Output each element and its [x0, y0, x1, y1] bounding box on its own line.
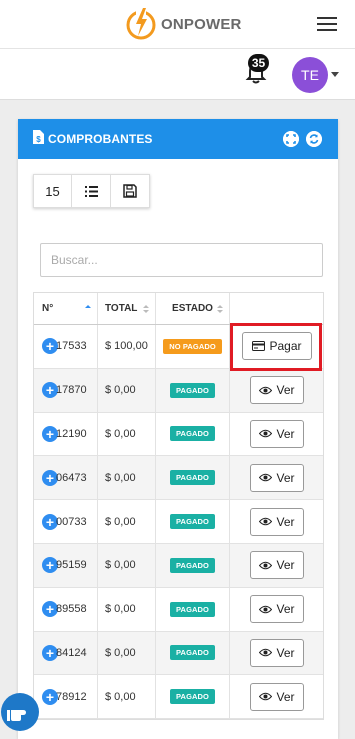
sort-asc-icon	[85, 304, 91, 308]
svg-text:$: $	[36, 135, 41, 144]
table-row: +84124 $ 0,00 PAGADO Ver	[34, 631, 323, 676]
invoice-total: $ 0,00	[98, 456, 156, 500]
document-dollar-icon: $	[33, 130, 44, 144]
view-button[interactable]: Ver	[250, 551, 304, 580]
invoice-total: $ 0,00	[98, 368, 156, 412]
column-header-estado[interactable]: ESTADO	[156, 293, 230, 324]
search-input[interactable]: Buscar...	[40, 243, 323, 277]
chevron-down-icon[interactable]	[331, 72, 339, 77]
card-title: COMPROBANTES	[48, 132, 153, 146]
status-badge: PAGADO	[170, 645, 215, 661]
invoice-number: 17870	[56, 384, 87, 397]
view-button[interactable]: Ver	[250, 507, 304, 536]
status-badge: PAGADO	[170, 382, 215, 398]
table-row: +89558 $ 0,00 PAGADO Ver	[34, 587, 323, 632]
invoice-number: 17533	[56, 340, 87, 353]
invoice-number: 06473	[56, 471, 87, 484]
page-size-select[interactable]: 15	[33, 174, 72, 208]
column-header-total[interactable]: TOTAL	[98, 293, 156, 324]
eye-icon	[259, 561, 273, 570]
top-navbar: ONPOWER	[0, 0, 355, 49]
invoice-number: 84124	[56, 646, 87, 659]
column-header-actions	[230, 293, 324, 324]
comprobantes-card: $ COMPROBANTES 15 Buscar... N° TOTAL EST…	[18, 119, 338, 739]
view-button[interactable]: Ver	[250, 638, 304, 667]
invoice-number: 89558	[56, 603, 87, 616]
invoice-total: $ 0,00	[98, 412, 156, 456]
status-badge: NO PAGADO	[163, 338, 222, 354]
invoice-number: 00733	[56, 515, 87, 528]
pointing-hand-icon	[7, 710, 26, 721]
brand-logo[interactable]: ONPOWER	[124, 6, 242, 42]
status-badge: PAGADO	[170, 601, 215, 617]
hamburger-icon[interactable]	[317, 17, 337, 31]
table-row: +95159 $ 0,00 PAGADO Ver	[34, 543, 323, 588]
table-row: +12190 $ 0,00 PAGADO Ver	[34, 412, 323, 457]
table-row: +06473 $ 0,00 PAGADO Ver	[34, 456, 323, 501]
sort-icon	[143, 304, 149, 313]
invoice-number: 12190	[56, 427, 87, 440]
save-icon[interactable]	[111, 174, 150, 208]
lightning-logo-icon	[126, 8, 156, 40]
list-icon[interactable]	[72, 174, 111, 208]
eye-icon	[259, 517, 273, 526]
status-badge: PAGADO	[170, 426, 215, 442]
eye-icon	[259, 605, 273, 613]
eye-icon	[259, 474, 273, 482]
expand-icon[interactable]	[283, 131, 299, 147]
eye-icon	[259, 649, 273, 657]
invoice-number: 78912	[56, 690, 87, 703]
invoice-number: 95159	[56, 559, 87, 572]
pay-button-highlight	[230, 323, 322, 371]
status-badge: PAGADO	[170, 470, 215, 486]
brand-name: ONPOWER	[161, 15, 242, 33]
help-fab[interactable]	[1, 693, 39, 731]
table-toolbar: 15	[33, 174, 150, 208]
invoice-total: $ 0,00	[98, 675, 156, 719]
status-badge: PAGADO	[170, 557, 215, 573]
eye-icon	[259, 693, 273, 701]
eye-icon	[259, 430, 273, 438]
sort-icon	[217, 304, 223, 313]
invoice-total: $ 0,00	[98, 587, 156, 631]
invoice-total: $ 0,00	[98, 631, 156, 675]
view-button[interactable]: Ver	[250, 595, 304, 624]
table-header-row: N° TOTAL ESTADO	[34, 293, 323, 325]
view-button[interactable]: Ver	[250, 419, 304, 448]
view-button[interactable]: Ver	[250, 376, 304, 405]
refresh-icon[interactable]	[306, 131, 322, 147]
invoice-total: $ 100,00	[98, 325, 156, 368]
eye-icon	[259, 386, 273, 394]
view-button[interactable]: Ver	[250, 682, 304, 711]
invoice-total: $ 0,00	[98, 500, 156, 543]
status-badge: PAGADO	[170, 689, 215, 705]
column-header-number[interactable]: N°	[34, 293, 98, 324]
table-row: +17870 $ 0,00 PAGADO Ver	[34, 368, 323, 413]
status-badge: PAGADO	[170, 514, 215, 530]
table-row: +78912 $ 0,00 PAGADO Ver	[34, 675, 323, 720]
table-row: +00733 $ 0,00 PAGADO Ver	[34, 500, 323, 544]
card-header: $ COMPROBANTES	[18, 119, 338, 159]
avatar[interactable]: TE	[292, 57, 328, 93]
notifications-count-badge: 35	[248, 54, 269, 72]
invoice-total: $ 0,00	[98, 543, 156, 587]
view-button[interactable]: Ver	[250, 463, 304, 492]
